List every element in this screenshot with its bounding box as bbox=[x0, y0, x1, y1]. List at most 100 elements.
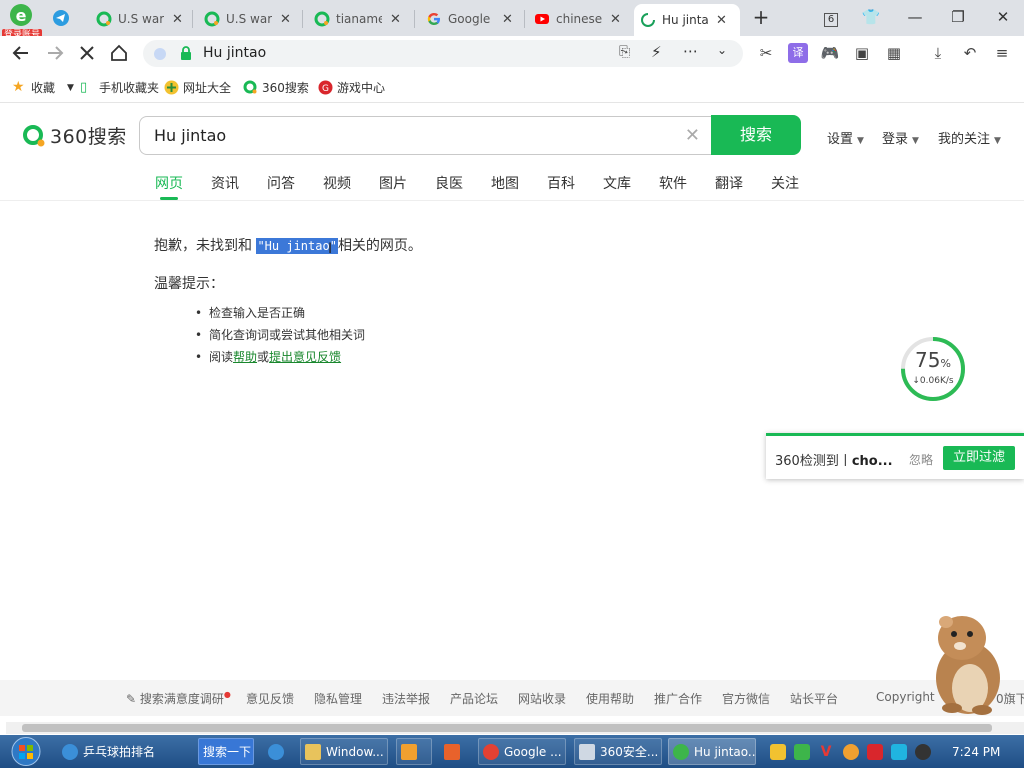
lock-icon[interactable] bbox=[180, 46, 192, 60]
tab-5[interactable]: chinese c ✕ bbox=[528, 4, 627, 34]
tab-6-active[interactable]: Hu jintao ✕ bbox=[634, 4, 740, 36]
back-arrow-icon[interactable] bbox=[10, 42, 32, 64]
taskbar-game[interactable] bbox=[440, 738, 470, 765]
login-link[interactable]: 登录 ▼ bbox=[882, 128, 919, 147]
address-bar[interactable]: Hu jintao ⎘ ⚡ ⋯ ⌄ bbox=[143, 40, 743, 67]
scissors-icon[interactable]: ✂ bbox=[756, 43, 776, 63]
translate-ext-icon[interactable]: 译 bbox=[788, 43, 808, 63]
telegram-icon[interactable] bbox=[52, 9, 70, 27]
tab-baike[interactable]: 百科 bbox=[547, 173, 575, 193]
tab-3[interactable]: tianamer ✕ bbox=[308, 4, 407, 34]
search-input[interactable]: Hu jintao ✕ bbox=[139, 116, 712, 155]
footer-link[interactable]: 违法举报 bbox=[382, 690, 430, 707]
tab-health[interactable]: 良医 bbox=[435, 173, 463, 193]
scrollbar-thumb[interactable] bbox=[22, 724, 992, 732]
tray-v-icon[interactable]: V bbox=[818, 744, 834, 760]
settings-link[interactable]: 设置 ▼ bbox=[827, 128, 864, 147]
taskbar-search-button[interactable]: 搜索一下 bbox=[198, 738, 254, 765]
new-tab-button[interactable]: + bbox=[748, 6, 774, 28]
apps-grid-icon[interactable]: ▦ bbox=[884, 43, 904, 63]
network-speed-widget[interactable]: 75% ↓0.06K/s bbox=[900, 336, 966, 402]
bookmark-mobile[interactable]: ▯ 手机收藏夹 bbox=[80, 79, 159, 96]
tab-web[interactable]: 网页 bbox=[155, 173, 183, 193]
tab-1[interactable]: U.S warc ✕ bbox=[90, 4, 189, 34]
restore-button[interactable]: ❐ bbox=[945, 6, 971, 28]
tray-360-icon[interactable] bbox=[794, 744, 810, 760]
hamster-mascot-icon[interactable] bbox=[920, 612, 1010, 718]
help-link[interactable]: 帮助 bbox=[233, 350, 257, 364]
taskbar-media[interactable] bbox=[396, 738, 432, 765]
footer-link[interactable]: 站长平台 bbox=[790, 690, 838, 707]
download-icon[interactable]: ⤓ bbox=[928, 43, 948, 63]
taskbar-item-active[interactable]: Hu jintao... bbox=[668, 738, 756, 765]
game-controller-icon[interactable]: 🎮 bbox=[820, 43, 840, 63]
bookmark-favorites[interactable]: ★ 收藏 ▼ bbox=[12, 79, 74, 96]
taskbar-ie-pinned[interactable] bbox=[264, 738, 294, 765]
search-query[interactable]: Hu jintao bbox=[154, 126, 226, 145]
close-tab-icon[interactable]: ✕ bbox=[390, 12, 401, 27]
horizontal-scrollbar[interactable] bbox=[6, 722, 1024, 734]
translate-icon[interactable]: ⎘ bbox=[619, 44, 630, 60]
tab-video[interactable]: 视频 bbox=[323, 173, 351, 193]
close-tab-icon[interactable]: ✕ bbox=[610, 12, 621, 27]
tab-follow[interactable]: 关注 bbox=[771, 173, 799, 193]
home-icon[interactable] bbox=[108, 42, 130, 64]
tray-network-icon[interactable] bbox=[891, 744, 907, 760]
selected-query-text[interactable]: "Hu jintao" bbox=[256, 238, 338, 254]
feedback-link[interactable]: 提出意见反馈 bbox=[269, 350, 341, 364]
tab-2[interactable]: U.S warc ✕ bbox=[198, 4, 297, 34]
tab-count-button[interactable]: 6 bbox=[818, 6, 844, 28]
taskbar-item[interactable]: Window... bbox=[300, 738, 388, 765]
footer-link[interactable]: 官方微信 bbox=[722, 690, 770, 707]
stop-loading-icon[interactable] bbox=[76, 42, 98, 64]
tab-wenku[interactable]: 文库 bbox=[603, 173, 631, 193]
bookmark-sites[interactable]: 网址大全 bbox=[164, 79, 231, 96]
clear-icon[interactable]: ✕ bbox=[685, 125, 700, 146]
browser-logo[interactable]: e 登录账号 bbox=[2, 2, 43, 41]
my-follow-link[interactable]: 我的关注 ▼ bbox=[938, 128, 1001, 147]
caret-down-icon[interactable]: ▼ bbox=[67, 83, 74, 93]
footer-link[interactable]: 意见反馈 bbox=[246, 690, 294, 707]
search-logo[interactable]: 360搜索 bbox=[22, 122, 127, 149]
close-tab-icon[interactable]: ✕ bbox=[502, 12, 513, 27]
menu-icon[interactable]: ≡ bbox=[992, 43, 1012, 63]
tray-flag-icon[interactable] bbox=[867, 744, 883, 760]
tab-software[interactable]: 软件 bbox=[659, 173, 687, 193]
close-tab-icon[interactable]: ✕ bbox=[716, 13, 727, 28]
tray-app-icon[interactable] bbox=[770, 744, 786, 760]
tab-translate[interactable]: 翻译 bbox=[715, 173, 743, 193]
tab-images[interactable]: 图片 bbox=[379, 173, 407, 193]
tab-map[interactable]: 地图 bbox=[491, 173, 519, 193]
tray-search-icon[interactable] bbox=[843, 744, 859, 760]
forward-arrow-icon[interactable] bbox=[44, 42, 66, 64]
address-text[interactable]: Hu jintao bbox=[203, 45, 266, 61]
tray-speaker-icon[interactable] bbox=[915, 744, 931, 760]
close-window-button[interactable]: ✕ bbox=[990, 6, 1016, 28]
tab-news[interactable]: 资讯 bbox=[211, 173, 239, 193]
bookmark-games[interactable]: G 游戏中心 bbox=[318, 79, 385, 96]
windows-start-icon[interactable] bbox=[6, 735, 46, 768]
tab-4[interactable]: Google ✕ bbox=[420, 4, 519, 34]
chevron-down-icon[interactable]: ⌄ bbox=[717, 43, 727, 57]
close-tab-icon[interactable]: ✕ bbox=[280, 12, 291, 27]
ignore-button[interactable]: 忽略 bbox=[909, 451, 933, 468]
footer-link[interactable]: 产品论坛 bbox=[450, 690, 498, 707]
bookmark-360search[interactable]: 360搜索 bbox=[243, 79, 309, 96]
taskbar-item[interactable]: 乒乓球拍排名 bbox=[58, 738, 198, 765]
minimize-button[interactable]: — bbox=[902, 6, 928, 28]
search-button[interactable]: 搜索 bbox=[711, 115, 801, 155]
more-dots-icon[interactable]: ⋯ bbox=[683, 42, 698, 60]
footer-link[interactable]: 网站收录 bbox=[518, 690, 566, 707]
footer-link[interactable]: 隐私管理 bbox=[314, 690, 362, 707]
undo-icon[interactable]: ↶ bbox=[960, 43, 980, 63]
shirt-skin-icon[interactable]: 👕 bbox=[858, 6, 884, 28]
tab-qa[interactable]: 问答 bbox=[267, 173, 295, 193]
footer-survey-link[interactable]: ✎ 搜索满意度调研● bbox=[126, 690, 231, 707]
filter-now-button[interactable]: 立即过滤 bbox=[943, 446, 1015, 470]
taskbar-item[interactable]: Google ... bbox=[478, 738, 566, 765]
footer-link[interactable]: 使用帮助 bbox=[586, 690, 634, 707]
reader-icon[interactable]: ▣ bbox=[852, 43, 872, 63]
close-tab-icon[interactable]: ✕ bbox=[172, 12, 183, 27]
lightning-icon[interactable]: ⚡ bbox=[651, 43, 662, 61]
taskbar-item[interactable]: 360安全... bbox=[574, 738, 662, 765]
